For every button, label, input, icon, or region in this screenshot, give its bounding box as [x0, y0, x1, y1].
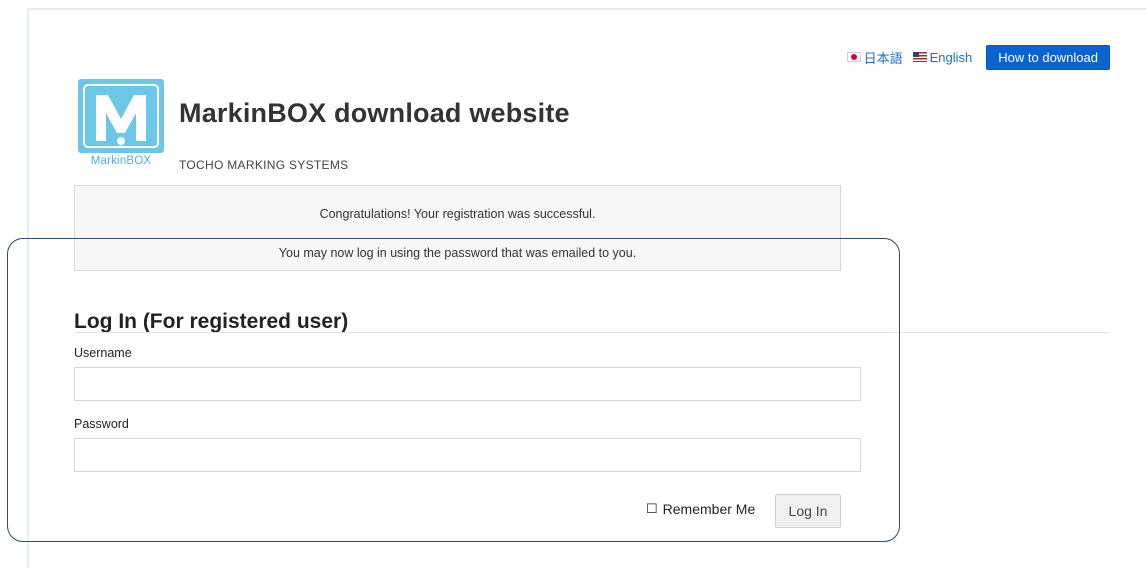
username-input[interactable]	[74, 367, 861, 401]
notice-line-success: Congratulations! Your registration was s…	[319, 207, 596, 221]
site-title: MarkinBOX download website	[179, 98, 570, 128]
top-links: 日本語 English How to download	[846, 44, 1110, 70]
language-english-label: English	[929, 49, 973, 65]
remember-me-checkbox[interactable]: ☐ Remember Me	[646, 501, 755, 517]
login-section-title: Log In (For registered user)	[74, 310, 349, 333]
checkbox-icon[interactable]: ☐	[646, 501, 658, 517]
registration-success-notice: Congratulations! Your registration was s…	[74, 185, 841, 271]
section-divider	[74, 332, 1109, 333]
login-button[interactable]: Log In	[775, 494, 841, 528]
language-japanese-link[interactable]: 日本語	[846, 48, 903, 67]
username-label: Username	[74, 346, 132, 360]
how-to-download-button[interactable]: How to download	[986, 44, 1110, 70]
password-input[interactable]	[74, 438, 861, 472]
markinbox-logo[interactable]: MarkinBOX	[77, 79, 165, 171]
logo-text: MarkinBOX	[90, 155, 152, 167]
us-flag-icon	[912, 52, 927, 62]
logo-m-icon	[78, 79, 164, 153]
japan-flag-icon	[846, 52, 861, 62]
language-japanese-label: 日本語	[863, 50, 903, 66]
page-frame	[27, 8, 1146, 568]
language-english-link[interactable]: English	[912, 49, 973, 65]
site-subtitle: TOCHO MARKING SYSTEMS	[179, 158, 349, 172]
remember-me-label: Remember Me	[662, 501, 756, 517]
password-label: Password	[74, 417, 129, 431]
notice-line-login-info: You may now log in using the password th…	[278, 246, 637, 260]
